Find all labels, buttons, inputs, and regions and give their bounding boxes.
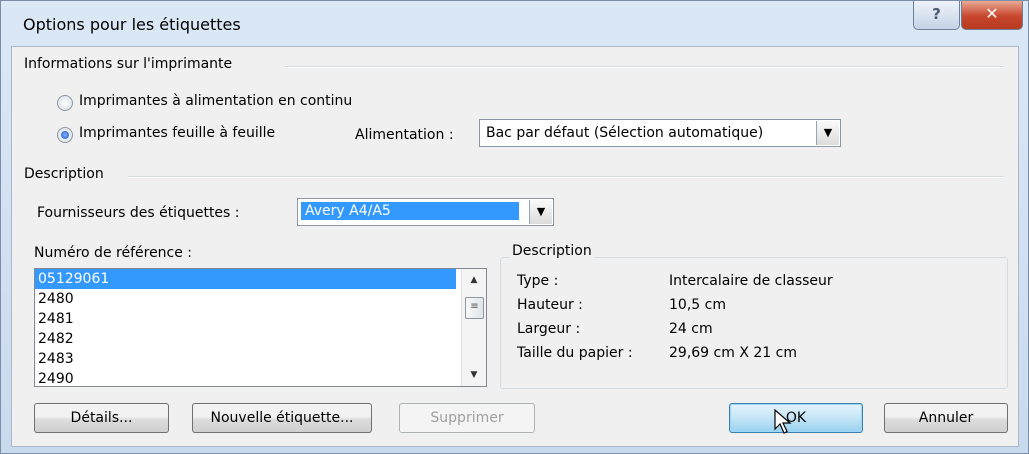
width-label: Largeur : <box>517 321 581 337</box>
dialog-body: Informations sur l'imprimante Imprimante… <box>11 46 1019 447</box>
cancel-button[interactable]: Annuler <box>884 403 1008 433</box>
vendor-select-value: Avery A4/A5 <box>301 202 519 220</box>
height-label: Hauteur : <box>517 297 583 313</box>
type-label: Type : <box>517 273 559 289</box>
dialog-window: Options pour les étiquettes ? ✕ Informat… <box>0 0 1029 454</box>
feed-select[interactable]: Bac par défaut (Sélection automatique) ▼ <box>479 119 841 147</box>
scroll-thumb[interactable]: ≡ <box>465 297 484 319</box>
chevron-down-icon[interactable]: ▼ <box>816 121 839 145</box>
printer-group-label: Informations sur l'imprimante <box>24 56 233 72</box>
help-icon: ? <box>932 5 941 23</box>
radio-sheet-fed-label[interactable]: Imprimantes feuille à feuille <box>79 125 275 141</box>
list-item[interactable]: 2490 <box>35 369 456 389</box>
group-divider <box>128 176 1004 178</box>
scroll-up-icon[interactable]: ▲ <box>462 271 486 289</box>
reference-list[interactable]: 05129061 2480 2481 2482 2483 2490 ▲ ≡ ▼ <box>34 268 487 387</box>
list-item[interactable]: 2482 <box>35 329 456 349</box>
group-divider <box>284 66 1004 68</box>
close-icon: ✕ <box>985 4 999 23</box>
radio-continuous[interactable] <box>57 95 73 111</box>
scroll-down-icon[interactable]: ▼ <box>462 366 486 384</box>
list-item[interactable]: 2480 <box>35 289 456 309</box>
type-value: Intercalaire de classeur <box>669 273 833 289</box>
description-group-label: Description <box>24 166 104 182</box>
reference-label: Numéro de référence : <box>34 245 193 261</box>
list-item[interactable]: 2481 <box>35 309 456 329</box>
list-item[interactable]: 05129061 <box>35 269 456 289</box>
details-button[interactable]: Détails... <box>34 403 169 433</box>
list-item[interactable]: 2483 <box>35 349 456 369</box>
delete-button[interactable]: Supprimer <box>399 403 535 433</box>
paper-size-label: Taille du papier : <box>517 345 633 361</box>
chevron-down-icon[interactable]: ▼ <box>529 200 552 224</box>
feed-select-value: Bac par défaut (Sélection automatique) <box>486 125 764 141</box>
new-label-button[interactable]: Nouvelle étiquette... <box>192 403 372 433</box>
list-scrollbar[interactable]: ▲ ≡ ▼ <box>461 269 486 386</box>
close-button[interactable]: ✕ <box>961 1 1023 30</box>
radio-sheet-fed[interactable] <box>57 127 73 143</box>
ok-button[interactable]: OK <box>729 403 863 433</box>
vendor-label: Fournisseurs des étiquettes : <box>37 205 240 221</box>
dialog-title: Options pour les étiquettes <box>23 15 241 34</box>
description-panel-title: Description <box>510 243 594 259</box>
width-value: 24 cm <box>669 321 713 337</box>
help-button[interactable]: ? <box>913 1 960 30</box>
paper-size-value: 29,69 cm X 21 cm <box>669 345 797 361</box>
title-bar: Options pour les étiquettes ? ✕ <box>1 1 1028 45</box>
vendor-select[interactable]: Avery A4/A5 ▼ <box>297 198 554 226</box>
mouse-cursor-icon <box>774 409 792 434</box>
feed-label: Alimentation : <box>355 127 454 143</box>
radio-continuous-label[interactable]: Imprimantes à alimentation en continu <box>79 93 352 109</box>
height-value: 10,5 cm <box>669 297 726 313</box>
